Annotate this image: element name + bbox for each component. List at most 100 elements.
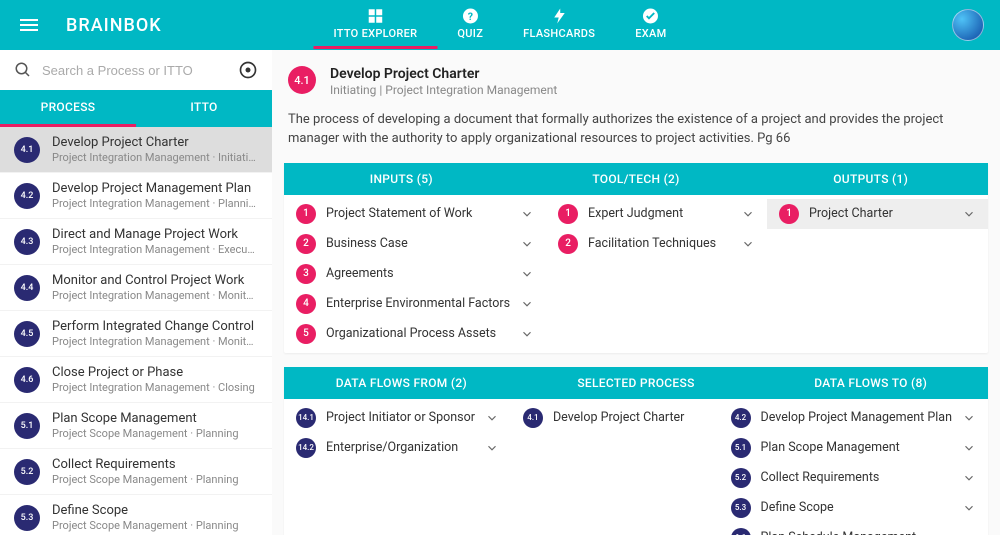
process-meta: Project Integration Management · Plannin… — [52, 197, 258, 210]
row-label: Define Scope — [761, 500, 953, 515]
row-label: Organizational Process Assets — [326, 326, 510, 341]
chevron-down-icon — [962, 441, 976, 455]
flow-to-row[interactable]: 4.2 Develop Project Management Plan — [719, 403, 989, 433]
check-icon — [642, 7, 660, 25]
process-id-badge: 4.6 — [14, 367, 40, 393]
process-item[interactable]: 4.3Direct and Manage Project WorkProject… — [0, 219, 272, 265]
detail-subtitle: Initiating | Project Integration Managem… — [330, 83, 557, 97]
row-label: Develop Project Charter — [553, 410, 707, 425]
brand-title: BRAINBOK — [66, 15, 162, 36]
process-item[interactable]: 5.2Collect RequirementsProject Scope Man… — [0, 449, 272, 495]
row-label: Project Statement of Work — [326, 206, 510, 221]
row-badge: 2 — [296, 234, 316, 254]
process-item[interactable]: 5.1 Plan Scope ManagementProject Scope Ma… — [0, 403, 272, 449]
search-input[interactable] — [42, 63, 228, 78]
process-name: Close Project or Phase — [52, 365, 258, 380]
flow-selected-row[interactable]: 4.1 Develop Project Charter — [511, 403, 719, 433]
sidebar-tab-itto[interactable]: ITTO — [136, 90, 272, 127]
nav-item-quiz[interactable]: ?QUIZ — [437, 1, 503, 49]
input-row[interactable]: 4Enterprise Environmental Factors — [284, 289, 546, 319]
process-item[interactable]: 5.3Define ScopeProject Scope Management … — [0, 495, 272, 535]
process-name: Develop Project Management Plan — [52, 181, 258, 196]
avatar[interactable] — [952, 9, 984, 41]
row-label: Collect Requirements — [761, 470, 953, 485]
input-row[interactable]: 2Business Case — [284, 229, 546, 259]
main-panel: 4.1 Develop Project Charter Initiating |… — [272, 50, 1000, 535]
outputs-header: OUTPUTS (1) — [753, 163, 988, 195]
process-id-badge: 5.3 — [14, 505, 40, 531]
process-name: Monitor and Control Project Work — [52, 273, 258, 288]
flow-to-row[interactable]: 6.1Plan Schedule Management — [719, 523, 989, 535]
chevron-down-icon — [962, 411, 976, 425]
row-badge: 4.1 — [523, 408, 543, 428]
process-name: Plan Scope Management — [52, 411, 258, 426]
process-list: 4.1Develop Project CharterProject Integr… — [0, 127, 272, 535]
process-name: Develop Project Charter — [52, 135, 258, 150]
chevron-down-icon — [520, 327, 534, 341]
process-meta: Project Scope Management · Planning — [52, 427, 258, 440]
process-name: Direct and Manage Project Work — [52, 227, 258, 242]
nav-label: EXAM — [635, 27, 666, 40]
tool-row[interactable]: 1Expert Judgment — [546, 199, 767, 229]
chevron-down-icon — [520, 237, 534, 251]
row-badge: 14.1 — [296, 408, 316, 428]
app-header: BRAINBOK ITTO EXPLORER?QUIZ FLASHCARDS EXA… — [0, 0, 1000, 50]
chevron-down-icon — [520, 207, 534, 221]
nav-item-itto-explorer[interactable]: ITTO EXPLORER — [313, 1, 437, 49]
process-name: Define Scope — [52, 503, 258, 518]
process-item[interactable]: 4.1Develop Project CharterProject Integr… — [0, 127, 272, 173]
process-meta: Project Integration Management · Initiat… — [52, 151, 258, 164]
nav-label: FLASHCARDS — [523, 27, 595, 40]
tools-column: 1Expert Judgment 2 Facilitation Techniques — [546, 195, 767, 353]
hamburger-menu-icon[interactable] — [16, 15, 42, 35]
row-badge: 4.2 — [731, 408, 751, 428]
nav-item-flashcards[interactable]: FLASHCARDS — [503, 1, 615, 49]
flow-section: DATA FLOWS FROM (2) SELECTED PROCESS DAT… — [284, 367, 988, 535]
process-meta: Project Scope Management · Planning — [52, 473, 258, 486]
tool-row[interactable]: 2 Facilitation Techniques — [546, 229, 767, 259]
bolt-icon — [550, 7, 568, 25]
filter-icon[interactable] — [238, 60, 258, 80]
row-label: Facilitation Techniques — [588, 236, 731, 251]
row-badge: 5.1 — [731, 438, 751, 458]
row-badge: 2 — [558, 234, 578, 254]
process-meta: Project Integration Management · Monitor… — [52, 335, 258, 348]
chevron-down-icon — [962, 471, 976, 485]
process-meta: Project Integration Management · Monitor… — [52, 289, 258, 302]
flow-to-row[interactable]: 5.2Collect Requirements — [719, 463, 989, 493]
row-badge: 1 — [296, 204, 316, 224]
input-row[interactable]: 1 Project Statement of Work — [284, 199, 546, 229]
process-item[interactable]: 4.5Perform Integrated Change ControlProj… — [0, 311, 272, 357]
flow-from-row[interactable]: 14.2Enterprise/Organization — [284, 433, 511, 463]
row-label: Enterprise Environmental Factors — [326, 296, 510, 311]
flow-to-row[interactable]: 5.1 Plan Scope Management — [719, 433, 989, 463]
help-icon: ? — [461, 7, 479, 25]
flow-from-row[interactable]: 14.1 Project Initiator or Sponsor — [284, 403, 511, 433]
nav-item-exam[interactable]: EXAM — [615, 1, 686, 49]
row-badge: 1 — [558, 204, 578, 224]
row-label: Develop Project Management Plan — [761, 410, 953, 425]
process-name: Perform Integrated Change Control — [52, 319, 258, 334]
output-row[interactable]: 1Project Charter — [767, 199, 988, 229]
row-label: Plan Scope Management — [761, 440, 953, 455]
process-item[interactable]: 4.2Develop Project Management PlanProjec… — [0, 173, 272, 219]
sidebar-tab-process[interactable]: PROCESS — [0, 90, 136, 127]
process-id-badge: 5.2 — [14, 459, 40, 485]
flow-to-row[interactable]: 5.3 Define Scope — [719, 493, 989, 523]
search-bar — [0, 50, 272, 90]
input-row[interactable]: 5Organizational Process Assets — [284, 319, 546, 349]
row-badge: 5.3 — [731, 498, 751, 518]
flows-selected-column: 4.1 Develop Project Charter — [511, 399, 719, 535]
chevron-down-icon — [962, 207, 976, 221]
row-label: Plan Schedule Management — [761, 530, 953, 535]
process-item[interactable]: 4.6Close Project or PhaseProject Integra… — [0, 357, 272, 403]
row-label: Agreements — [326, 266, 510, 281]
process-item[interactable]: 4.4Monitor and Control Project WorkProje… — [0, 265, 272, 311]
chevron-down-icon — [520, 267, 534, 281]
process-id-badge: 5.1 — [14, 413, 40, 439]
chevron-down-icon — [520, 297, 534, 311]
input-row[interactable]: 3Agreements — [284, 259, 546, 289]
chevron-down-icon — [962, 531, 976, 535]
chevron-down-icon — [485, 441, 499, 455]
row-label: Project Initiator or Sponsor — [326, 410, 475, 425]
